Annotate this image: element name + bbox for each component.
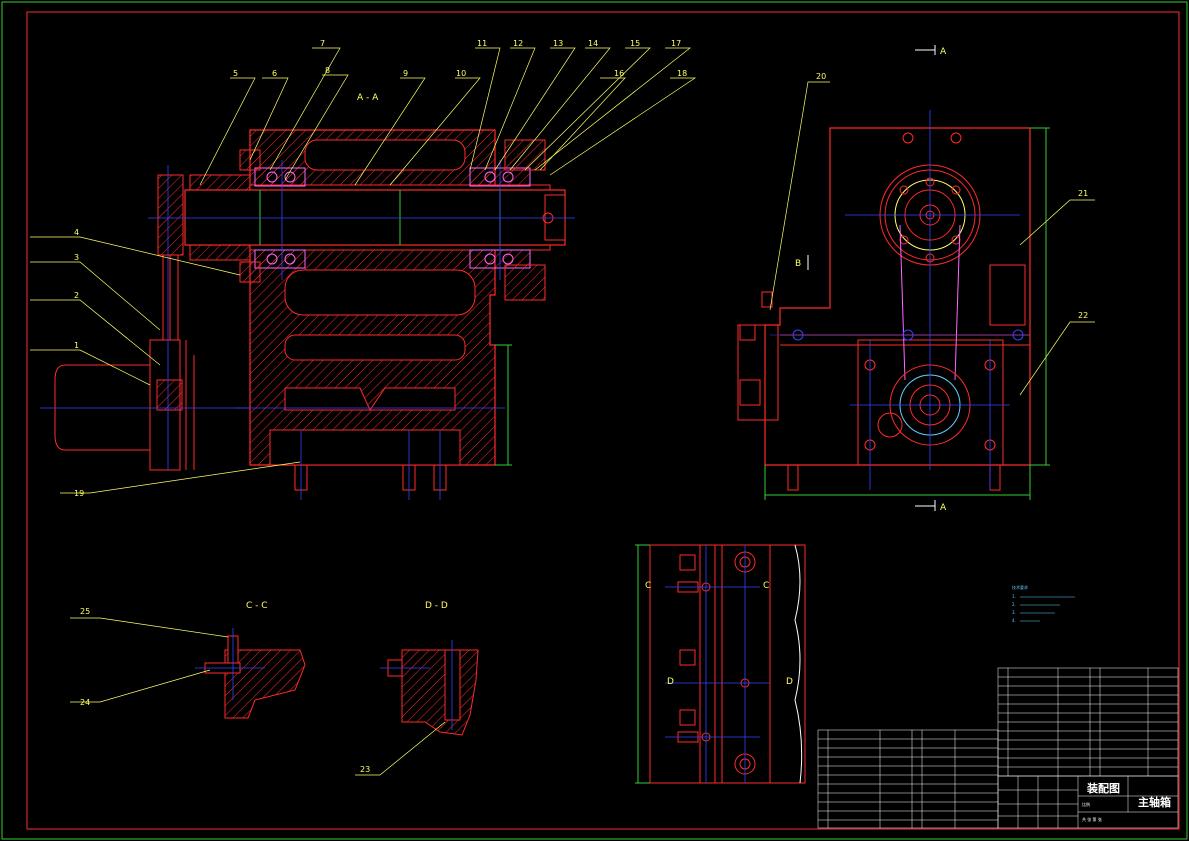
svg-text:22: 22 [1078, 311, 1088, 320]
svg-text:4.: 4. [1012, 618, 1016, 623]
svg-text:15: 15 [630, 39, 640, 48]
svg-text:3.: 3. [1012, 610, 1016, 615]
svg-text:2: 2 [74, 291, 79, 300]
svg-text:C: C [763, 581, 769, 591]
svg-text:19: 19 [74, 489, 84, 498]
svg-text:12: 12 [513, 39, 523, 48]
section-dd-label: D - D [425, 601, 448, 611]
assembly-drawing: A - A 1 2 3 4 5 6 7 8 9 10 11 12 13 14 1… [1, 1, 1188, 840]
section-aa-label: A - A [357, 93, 379, 103]
svg-text:21: 21 [1078, 189, 1088, 198]
svg-text:18: 18 [677, 69, 687, 78]
svg-text:17: 17 [671, 39, 681, 48]
svg-text:技术要求: 技术要求 [1012, 584, 1028, 590]
svg-text:D: D [667, 677, 674, 687]
svg-text:8: 8 [325, 66, 330, 75]
svg-text:20: 20 [816, 72, 826, 81]
svg-text:10: 10 [456, 69, 466, 78]
balloon-24: 24 [80, 698, 90, 707]
arrow-a-bottom: A [940, 503, 947, 513]
svg-text:3: 3 [74, 253, 79, 262]
svg-text:7: 7 [320, 39, 325, 48]
svg-text:C: C [645, 581, 651, 591]
inner-border [26, 11, 1180, 830]
technical-notes: 技术要求 1. 2. 3. 4. [1012, 584, 1075, 623]
arrow-a-top: A [940, 47, 947, 57]
svg-text:5: 5 [233, 69, 238, 78]
svg-text:D: D [786, 677, 793, 687]
balloon-labels-side: 20 21 22 [816, 72, 1088, 320]
parts-list-upper [997, 667, 1179, 777]
svg-text:14: 14 [588, 39, 598, 48]
balloon-23: 23 [360, 765, 370, 774]
section-cc-label: C - C [246, 601, 268, 611]
svg-text:11: 11 [477, 39, 487, 48]
parts-list-lower [817, 729, 999, 829]
part-name: 主轴箱 [1138, 795, 1171, 809]
svg-text:16: 16 [614, 69, 624, 78]
leaders-cc [70, 617, 229, 703]
sheet-label: 共 张 第 张 [1082, 816, 1102, 822]
svg-text:6: 6 [272, 69, 277, 78]
partial-view: C C D D [635, 544, 806, 784]
svg-text:2.: 2. [1012, 602, 1016, 607]
scale-label: 比例 [1082, 801, 1090, 807]
drawing-name: 装配图 [1086, 781, 1120, 795]
svg-text:13: 13 [553, 39, 563, 48]
arrow-b: B [795, 259, 801, 269]
svg-text:4: 4 [74, 228, 79, 237]
section-dd-view: D - D [380, 601, 479, 736]
svg-text:1: 1 [74, 341, 79, 350]
svg-text:1.: 1. [1012, 594, 1016, 599]
side-view: A A B [737, 45, 1050, 513]
balloon-25: 25 [80, 607, 90, 616]
section-cc-view: C - C [195, 601, 306, 719]
svg-text:9: 9 [403, 69, 408, 78]
